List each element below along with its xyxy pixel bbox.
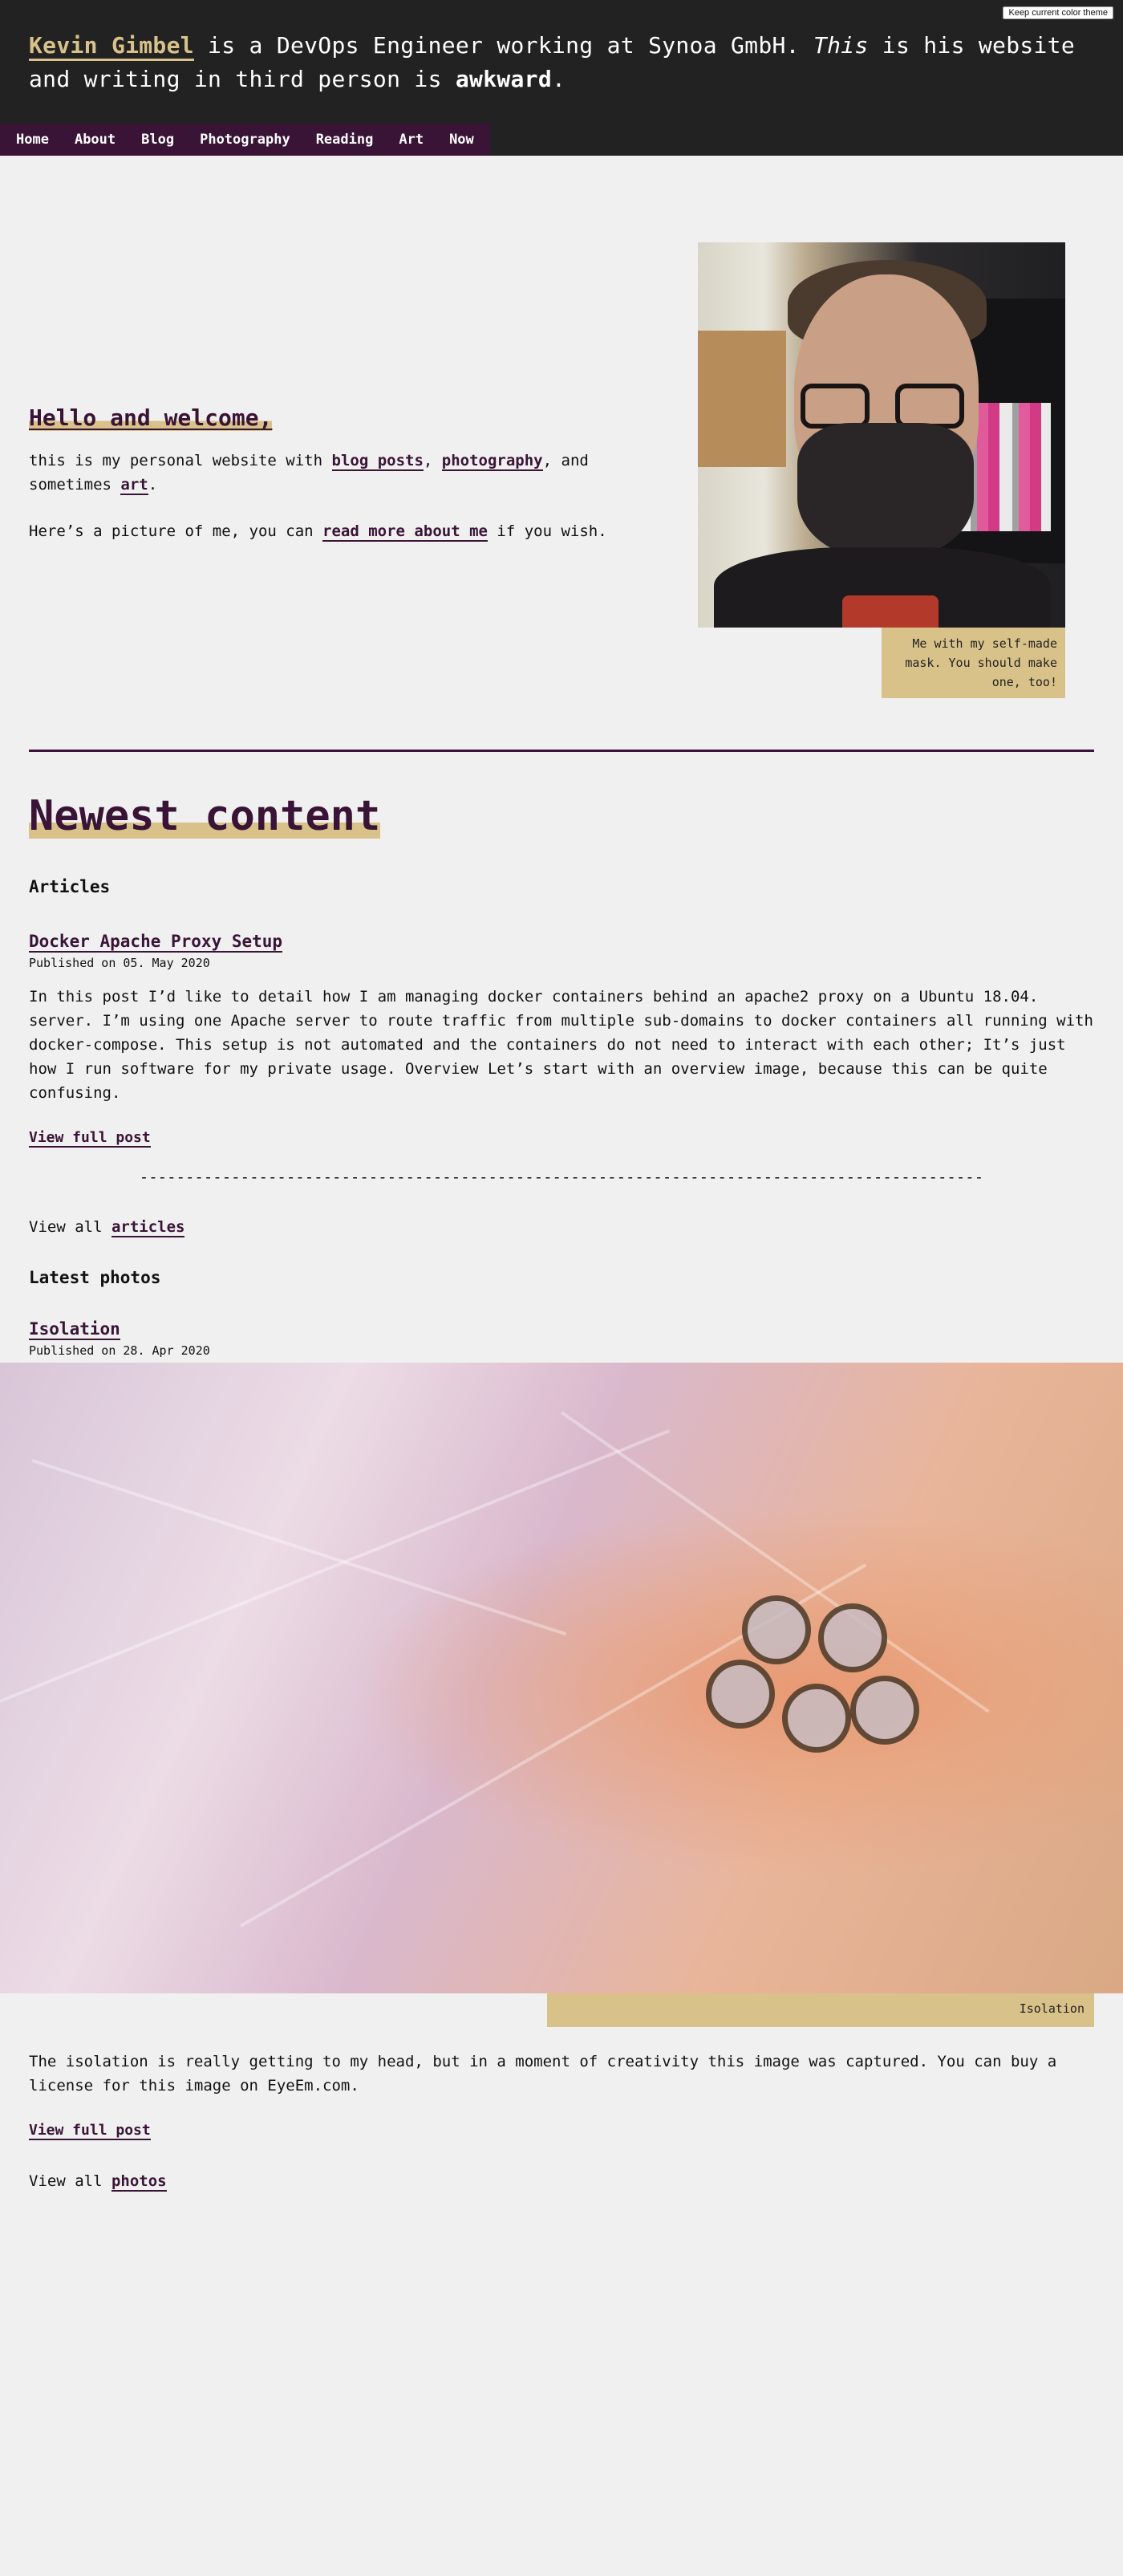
face-mask <box>797 423 974 559</box>
picture-paragraph: Here’s a picture of me, you can read mor… <box>29 519 655 543</box>
latest-photos-heading: Latest photos <box>29 1268 161 1287</box>
photo-title-link[interactable]: Isolation <box>29 1319 120 1340</box>
bubble <box>782 1684 851 1753</box>
text: View all <box>29 1218 111 1236</box>
nav-item-art[interactable]: Art <box>386 124 436 156</box>
portrait-caption: Me with my self-made mask. You should ma… <box>882 628 1065 698</box>
bubble <box>818 1603 887 1672</box>
photo-excerpt: The isolation is really getting to my he… <box>29 2053 1057 2095</box>
photo-title: Isolation <box>29 1319 120 1340</box>
article-view-full-post-link[interactable]: View full post <box>29 1129 151 1148</box>
welcome-heading: Hello and welcome, <box>29 404 273 431</box>
article-excerpt: In this post I’d like to detail how I am… <box>29 988 1093 1102</box>
photography-link[interactable]: photography <box>441 452 543 471</box>
portrait-photo <box>698 242 1065 628</box>
article-title: Docker Apache Proxy Setup <box>29 932 283 953</box>
nav-item-now[interactable]: Now <box>436 124 487 156</box>
text: Here’s a picture of me, you can <box>29 522 323 540</box>
site-intro: Kevin Gimbel is a DevOps Engineer workin… <box>29 29 1094 96</box>
welcome-paragraph: this is my personal website with blog po… <box>29 449 655 497</box>
view-all-photos: View all photos <box>29 2172 1094 2192</box>
article-date: Published on 05. May 2020 <box>29 956 210 970</box>
article-title-link[interactable]: Docker Apache Proxy Setup <box>29 932 283 953</box>
text: View all <box>29 2172 111 2190</box>
intro-bold: awkward <box>455 66 552 92</box>
photo-card: Isolation Published on 28. Apr 2020 Isol… <box>0 1319 1123 2140</box>
nav-item-home[interactable]: Home <box>3 124 62 156</box>
keep-color-theme-button[interactable]: Keep current color theme <box>1003 6 1113 19</box>
nav-item-photography[interactable]: Photography <box>187 124 303 156</box>
photo-date: Published on 28. Apr 2020 <box>29 1343 210 1358</box>
text: this is my personal website with <box>29 452 332 469</box>
main-nav: Home About Blog Photography Reading Art … <box>0 124 490 156</box>
view-all-articles-link[interactable]: articles <box>111 1218 185 1237</box>
intro-text: . <box>552 66 566 92</box>
text: . <box>148 476 158 494</box>
articles-heading: Articles <box>29 877 111 896</box>
author-name-link[interactable]: Kevin Gimbel <box>29 32 194 61</box>
nav-item-blog[interactable]: Blog <box>128 124 187 156</box>
bubble <box>742 1595 811 1664</box>
dashed-separator: ----------------------------------------… <box>139 1168 984 1186</box>
view-all-photos-link[interactable]: photos <box>111 2172 167 2192</box>
nav-item-about[interactable]: About <box>62 124 128 156</box>
art-link[interactable]: art <box>120 476 148 495</box>
blog-posts-link[interactable]: blog posts <box>331 452 424 471</box>
text: , <box>423 452 442 469</box>
main-content: Hello and welcome, this is my personal w… <box>0 156 1123 2192</box>
view-all-articles: View all articles <box>29 1218 1094 1237</box>
pinboard <box>698 331 786 467</box>
welcome-text: Hello and welcome, this is my personal w… <box>29 404 655 566</box>
fabric-fold <box>560 1411 990 1713</box>
intro-emphasis: This <box>813 32 869 59</box>
welcome-section: Hello and welcome, this is my personal w… <box>29 156 1094 750</box>
photo-view-full-post-link[interactable]: View full post <box>29 2122 151 2140</box>
glasses <box>895 384 964 429</box>
fabric-fold <box>0 1428 671 1703</box>
intro-text: is a DevOps Engineer working at Synoa Gm… <box>193 32 813 59</box>
bubble <box>850 1676 919 1745</box>
fabric-fold <box>31 1459 567 1636</box>
newest-content-heading: Newest content <box>29 792 381 840</box>
bubble <box>706 1660 775 1729</box>
site-header: Keep current color theme Kevin Gimbel is… <box>0 0 1123 156</box>
text: if you wish. <box>487 522 607 540</box>
section-divider <box>29 750 1094 752</box>
isolation-photo <box>0 1363 1123 1993</box>
glasses <box>801 384 870 429</box>
photo-caption: Isolation <box>547 1993 1094 2027</box>
about-me-link[interactable]: read more about me <box>322 522 488 542</box>
article-card: Docker Apache Proxy Setup Published on 0… <box>29 932 1094 1148</box>
nav-item-reading[interactable]: Reading <box>303 124 387 156</box>
shirt-print <box>842 595 939 628</box>
